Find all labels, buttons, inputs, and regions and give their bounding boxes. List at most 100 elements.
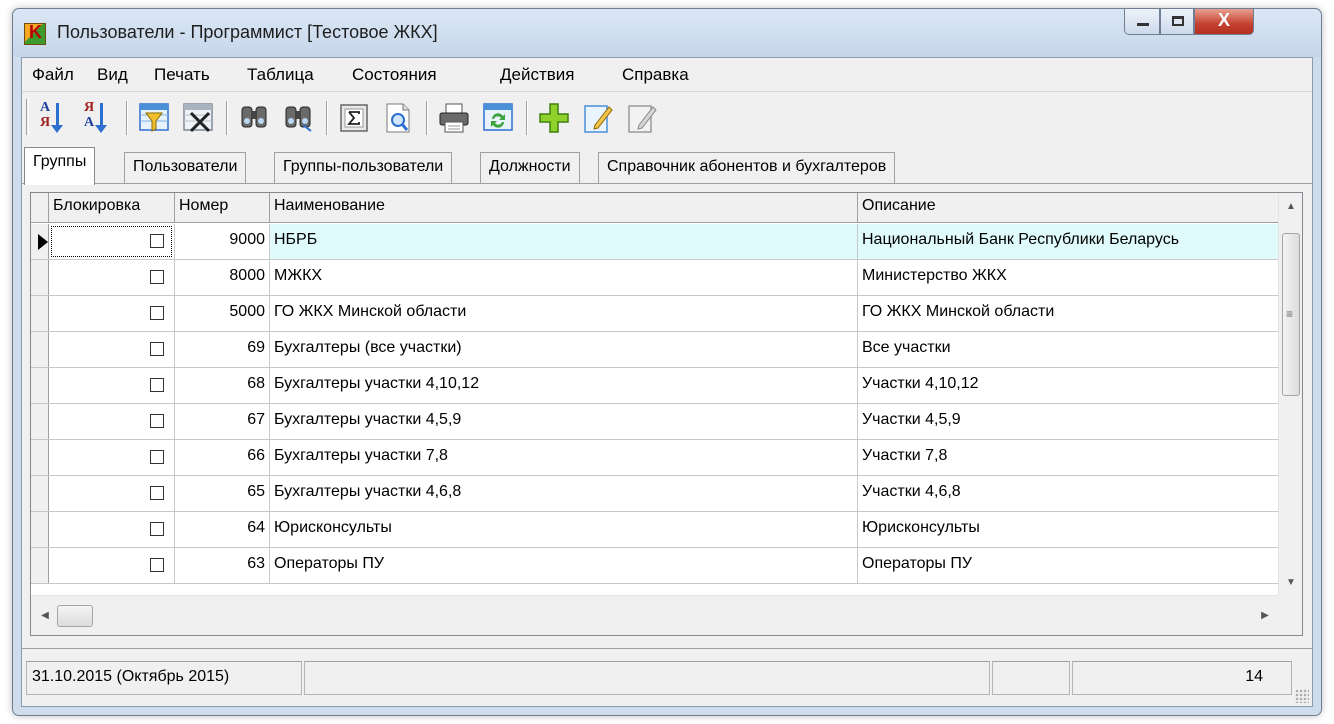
row-indicator[interactable] — [31, 224, 49, 259]
cell-blocked[interactable] — [49, 404, 175, 439]
row-indicator[interactable] — [31, 368, 49, 403]
refresh-icon[interactable] — [478, 99, 518, 137]
table-row[interactable]: 65 Бухгалтеры участки 4,6,8 Участки 4,6,8 — [31, 476, 1279, 512]
resize-grip-icon[interactable] — [1295, 689, 1309, 703]
tab-groups[interactable]: Группы — [24, 147, 96, 185]
cell-description[interactable]: Национальный Банк Республики Беларусь — [858, 224, 1279, 259]
tab-users[interactable]: Пользователи — [124, 152, 247, 183]
groups-grid[interactable]: Блокировка Номер Наименование Описание 9… — [30, 192, 1303, 636]
horizontal-scrollbar[interactable]: ◀ ▶ — [31, 595, 1279, 635]
cell-description[interactable]: Операторы ПУ — [858, 548, 1279, 583]
cell-blocked[interactable] — [49, 368, 175, 403]
cell-number[interactable]: 8000 — [175, 260, 270, 295]
column-header-number[interactable]: Номер — [175, 193, 270, 223]
table-row[interactable]: 63 Операторы ПУ Операторы ПУ — [31, 548, 1279, 584]
sort-za-icon[interactable]: Я А — [78, 99, 118, 137]
table-row[interactable]: 9000 НБРБ Национальный Банк Республики Бел… — [31, 224, 1279, 260]
cell-name[interactable]: ГО ЖКХ Минской области — [270, 296, 858, 331]
row-indicator[interactable] — [31, 404, 49, 439]
cell-name[interactable]: Бухгалтеры участки 4,10,12 — [270, 368, 858, 403]
find-icon[interactable] — [234, 99, 274, 137]
blocked-checkbox[interactable] — [150, 522, 164, 536]
sum-icon[interactable] — [334, 99, 374, 137]
vertical-scroll-thumb[interactable]: ≡ — [1282, 233, 1300, 396]
cell-blocked[interactable] — [49, 332, 175, 367]
cell-description[interactable]: Участки 7,8 — [858, 440, 1279, 475]
menu-file[interactable]: Файл — [32, 65, 74, 85]
table-row[interactable]: 69 Бухгалтеры (все участки) Все участки — [31, 332, 1279, 368]
table-row[interactable]: 67 Бухгалтеры участки 4,5,9 Участки 4,5,9 — [31, 404, 1279, 440]
cell-blocked[interactable] — [49, 512, 175, 547]
cell-number[interactable]: 64 — [175, 512, 270, 547]
cell-number[interactable]: 69 — [175, 332, 270, 367]
menu-states[interactable]: Состояния — [352, 65, 437, 85]
table-row[interactable]: 64 Юрисконсульты Юрисконсульты — [31, 512, 1279, 548]
edit-disabled-icon[interactable] — [622, 99, 662, 137]
maximize-button[interactable] — [1160, 9, 1194, 35]
blocked-checkbox[interactable] — [150, 558, 164, 572]
cell-name[interactable]: Операторы ПУ — [270, 548, 858, 583]
tab-positions[interactable]: Должности — [480, 152, 580, 183]
cell-blocked[interactable] — [49, 476, 175, 511]
menu-table[interactable]: Таблица — [247, 65, 314, 85]
cell-number[interactable]: 67 — [175, 404, 270, 439]
cell-number[interactable]: 9000 — [175, 224, 270, 259]
cell-name[interactable]: МЖКХ — [270, 260, 858, 295]
cell-name[interactable]: Бухгалтеры (все участки) — [270, 332, 858, 367]
menu-view[interactable]: Вид — [97, 65, 128, 85]
blocked-checkbox[interactable] — [150, 414, 164, 428]
tab-subscribers-directory[interactable]: Справочник абонентов и бухгалтеров — [598, 152, 896, 183]
blocked-checkbox[interactable] — [150, 486, 164, 500]
blocked-checkbox[interactable] — [150, 270, 164, 284]
toolbar-grip[interactable] — [26, 99, 29, 135]
cell-blocked[interactable] — [49, 260, 175, 295]
column-header-blocked[interactable]: Блокировка — [49, 193, 175, 223]
clear-filter-icon[interactable] — [178, 99, 218, 137]
row-indicator[interactable] — [31, 296, 49, 331]
menu-actions[interactable]: Действия — [500, 65, 574, 85]
cell-name[interactable]: Бухгалтеры участки 4,5,9 — [270, 404, 858, 439]
blocked-checkbox[interactable] — [150, 234, 164, 248]
cell-description[interactable]: Министерство ЖКХ — [858, 260, 1279, 295]
cell-number[interactable]: 5000 — [175, 296, 270, 331]
cell-description[interactable]: Юрисконсульты — [858, 512, 1279, 547]
cell-description[interactable]: ГО ЖКХ Минской области — [858, 296, 1279, 331]
cell-name[interactable]: НБРБ — [270, 224, 858, 259]
app-logo-icon[interactable] — [24, 22, 46, 45]
menu-help[interactable]: Справка — [622, 65, 689, 85]
row-indicator[interactable] — [31, 260, 49, 295]
cell-name[interactable]: Бухгалтеры участки 7,8 — [270, 440, 858, 475]
table-row[interactable]: 5000 ГО ЖКХ Минской области ГО ЖКХ Минской… — [31, 296, 1279, 332]
print-icon[interactable] — [434, 99, 474, 137]
cell-blocked[interactable] — [49, 440, 175, 475]
scroll-right-icon[interactable]: ▶ — [1253, 604, 1277, 628]
scroll-left-icon[interactable]: ◀ — [33, 604, 57, 628]
menu-print[interactable]: Печать — [154, 65, 210, 85]
cell-description[interactable]: Участки 4,6,8 — [858, 476, 1279, 511]
cell-description[interactable]: Участки 4,10,12 — [858, 368, 1279, 403]
cell-name[interactable]: Бухгалтеры участки 4,6,8 — [270, 476, 858, 511]
cell-blocked[interactable] — [49, 548, 175, 583]
cell-number[interactable]: 68 — [175, 368, 270, 403]
cell-number[interactable]: 65 — [175, 476, 270, 511]
cell-number[interactable]: 63 — [175, 548, 270, 583]
column-header-name[interactable]: Наименование — [270, 193, 858, 223]
blocked-checkbox[interactable] — [150, 342, 164, 356]
row-indicator[interactable] — [31, 476, 49, 511]
cell-name[interactable]: Юрисконсульты — [270, 512, 858, 547]
filter-icon[interactable] — [134, 99, 174, 137]
row-indicator[interactable] — [31, 332, 49, 367]
vertical-scrollbar[interactable]: ▲ ≡ ▼ — [1278, 193, 1302, 596]
cell-description[interactable]: Участки 4,5,9 — [858, 404, 1279, 439]
cell-description[interactable]: Все участки — [858, 332, 1279, 367]
find-next-icon[interactable] — [278, 99, 318, 137]
blocked-checkbox[interactable] — [150, 450, 164, 464]
add-icon[interactable] — [534, 99, 574, 137]
scroll-up-icon[interactable]: ▲ — [1279, 195, 1302, 219]
table-row[interactable]: 8000 МЖКХ Министерство ЖКХ — [31, 260, 1279, 296]
cell-blocked[interactable] — [49, 296, 175, 331]
cell-blocked[interactable] — [49, 224, 175, 259]
minimize-button[interactable] — [1124, 9, 1160, 35]
scroll-down-icon[interactable]: ▼ — [1279, 571, 1302, 595]
column-header-description[interactable]: Описание — [858, 193, 1279, 223]
